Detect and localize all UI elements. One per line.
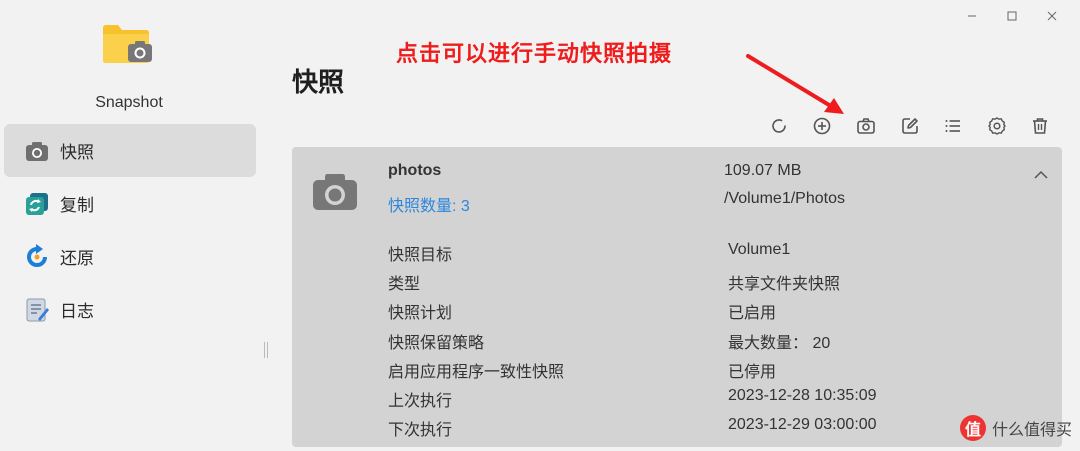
take-snapshot-icon <box>857 118 875 134</box>
sidebar-item-label: 日志 <box>60 302 94 321</box>
share-path: /Volume1/Photos <box>724 190 845 207</box>
detail-value: 2023-12-29 03:00:00 <box>728 416 877 434</box>
sidebar-item-snapshot[interactable]: 快照 <box>4 124 256 177</box>
edit-icon <box>901 118 918 134</box>
list-button[interactable] <box>931 112 975 140</box>
detail-label: 类型 <box>388 276 421 294</box>
share-name: photos <box>388 162 442 179</box>
detail-row: 上次执行 2023-12-28 10:35:09 <box>388 387 1008 416</box>
annotation-arrow-icon <box>746 54 844 114</box>
sidebar-item-replication[interactable]: 复制 <box>4 177 256 230</box>
minimize-button[interactable] <box>952 6 992 26</box>
settings-icon <box>988 117 1006 135</box>
watermark: 值 什么值得买 <box>959 415 1072 441</box>
toolbar <box>757 112 1062 140</box>
detail-value: 2023-12-28 10:35:09 <box>728 386 877 404</box>
watermark-badge: 值 <box>959 415 986 441</box>
detail-value: 共享文件夹快照 <box>728 276 841 294</box>
share-size: 109.07 MB <box>724 162 802 179</box>
add-icon <box>814 117 831 135</box>
page-title: 快照 <box>292 67 345 97</box>
log-icon <box>26 298 49 321</box>
replicate-icon <box>26 192 48 215</box>
maximize-icon <box>1007 11 1017 21</box>
detail-label: 快照保留策略 <box>388 334 485 352</box>
detail-row: 类型 共享文件夹快照 <box>388 270 1008 299</box>
window-controls <box>952 6 1072 26</box>
chevron-up-icon[interactable] <box>1032 167 1050 183</box>
detail-label: 下次执行 <box>388 422 453 440</box>
sidebar: Snapshot 快照 复制 还原 日志 <box>0 0 262 451</box>
close-icon <box>1047 11 1057 21</box>
sidebar-nav: 快照 复制 还原 日志 <box>4 124 256 336</box>
detail-value: 最大数量： 20 <box>728 334 831 352</box>
camera-icon <box>26 141 48 161</box>
detail-label: 上次执行 <box>388 392 453 410</box>
detail-label: 启用应用程序一致性快照 <box>388 363 565 381</box>
detail-value: Volume1 <box>728 241 791 258</box>
take-snapshot-button[interactable] <box>844 112 888 140</box>
snapshot-count-link[interactable]: 快照数量: 3 <box>388 192 470 216</box>
sidebar-item-label: 还原 <box>60 249 94 268</box>
minimize-icon <box>968 15 976 17</box>
sidebar-item-label: 复制 <box>60 196 94 215</box>
detail-label: 快照目标 <box>388 247 453 264</box>
edit-button[interactable] <box>888 112 932 140</box>
sidebar-item-log[interactable]: 日志 <box>4 283 256 336</box>
snapshot-details: 快照目标 Volume1 类型 共享文件夹快照 快照计划 已启用 快照保留策略 … <box>388 241 1008 445</box>
restore-icon <box>27 243 47 267</box>
settings-button[interactable] <box>975 112 1019 140</box>
sidebar-item-restore[interactable]: 还原 <box>4 230 256 283</box>
detail-value: 已停用 <box>728 363 777 381</box>
delete-button[interactable] <box>1019 112 1063 140</box>
detail-row: 启用应用程序一致性快照 已停用 <box>388 358 1008 387</box>
list-icon <box>945 120 961 132</box>
detail-row: 快照保留策略 最大数量： 20 <box>388 329 1008 358</box>
pane-splitter-handle[interactable] <box>264 342 268 358</box>
detail-label: 快照计划 <box>388 305 453 323</box>
detail-row: 快照目标 Volume1 <box>388 241 1008 270</box>
app-name: Snapshot <box>95 94 163 111</box>
detail-row: 快照计划 已启用 <box>388 299 1008 328</box>
refresh-icon <box>772 119 786 133</box>
delete-icon <box>1033 118 1048 134</box>
annotation-text: 点击可以进行手动快照拍摄 <box>396 41 673 66</box>
add-snapshot-button[interactable] <box>801 112 845 140</box>
share-snapshot-card[interactable]: photos 快照数量: 3 109.07 MB /Volume1/Photos… <box>292 147 1062 447</box>
refresh-button[interactable] <box>757 112 801 140</box>
detail-value: 已启用 <box>728 305 777 323</box>
close-button[interactable] <box>1032 6 1072 26</box>
camera-icon <box>313 174 357 210</box>
sidebar-item-label: 快照 <box>60 143 94 162</box>
watermark-text: 什么值得买 <box>991 422 1072 439</box>
maximize-button[interactable] <box>992 6 1032 26</box>
detail-row: 下次执行 2023-12-29 03:00:00 <box>388 416 1008 445</box>
snapshot-folder-icon <box>103 25 152 63</box>
